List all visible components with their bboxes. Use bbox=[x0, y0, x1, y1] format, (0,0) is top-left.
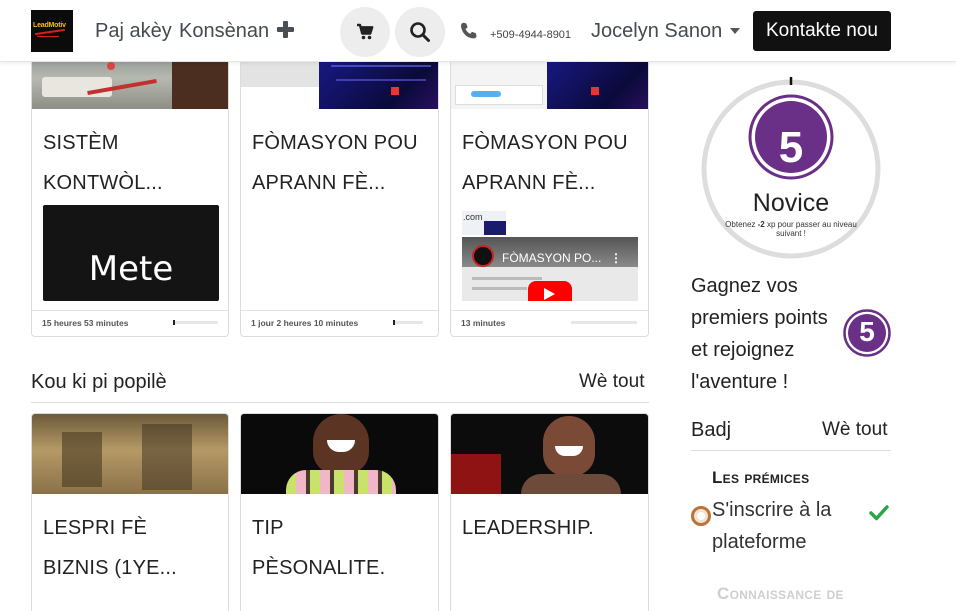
course-card[interactable]: LESPRI FÈ BIZNIS (1YE... bbox=[31, 413, 229, 611]
level-name: Novice bbox=[752, 189, 830, 217]
card-footer: 1 jour 2 heures 10 minutes bbox=[241, 310, 438, 336]
search-button[interactable] bbox=[395, 7, 445, 57]
phone-number[interactable]: +509-4944-8901 bbox=[490, 29, 571, 41]
phone-icon bbox=[461, 22, 477, 39]
play-icon bbox=[544, 288, 555, 300]
caret-down-icon[interactable] bbox=[730, 28, 740, 34]
search-icon bbox=[410, 22, 430, 42]
see-all-link[interactable]: Wè tout bbox=[579, 371, 644, 393]
course-title-line2: BIZNIS (1YE... bbox=[43, 557, 177, 579]
screenshot-image: .com bbox=[462, 211, 506, 235]
course-card[interactable]: FÒMASYON POU APRANN FÈ... .com FÒMASYON … bbox=[450, 46, 649, 337]
check-icon bbox=[869, 505, 889, 521]
course-title: FÒMASYON POU bbox=[252, 132, 418, 154]
top-navbar: LeadMotiv Paj akèy Konsènan +509-4944-89… bbox=[0, 0, 956, 62]
course-duration: 1 jour 2 heures 10 minutes bbox=[251, 318, 359, 328]
nav-link-about[interactable]: Konsènan bbox=[179, 20, 269, 43]
course-title: TIP bbox=[252, 517, 284, 539]
course-duration: 15 heures 53 minutes bbox=[42, 318, 129, 328]
badge-item-label: S'inscrire à la plateforme bbox=[712, 499, 832, 553]
nav-link-home[interactable]: Paj akèy bbox=[95, 20, 172, 43]
youtube-play-button[interactable] bbox=[528, 281, 572, 301]
contact-button[interactable]: Kontakte nou bbox=[753, 11, 891, 51]
next-badge-category: Connaissance de bbox=[717, 584, 844, 603]
course-card[interactable]: SISTÈM KONTWÒL... Mete 15 heures 53 minu… bbox=[31, 46, 229, 337]
video-menu-icon[interactable]: ⋮ bbox=[610, 251, 622, 265]
course-title-line2: APRANN FÈ... bbox=[462, 172, 596, 194]
course-title: LEADERSHIP. bbox=[462, 517, 594, 539]
card-footer: 13 minutes bbox=[451, 310, 648, 336]
site-logo[interactable]: LeadMotiv bbox=[31, 10, 73, 52]
divider bbox=[691, 450, 891, 451]
course-title-line2: PÈSONALITE. bbox=[252, 557, 386, 579]
cart-icon bbox=[357, 23, 374, 40]
bronze-badge-icon bbox=[691, 506, 711, 526]
course-progress-bar bbox=[173, 320, 218, 325]
xp-note: Obtenez -2 xp pour passer au niveau suiv… bbox=[725, 220, 857, 238]
course-title: SISTÈM bbox=[43, 132, 119, 154]
course-title-line2: APRANN FÈ... bbox=[252, 172, 386, 194]
course-title: FÒMASYON POU bbox=[462, 132, 628, 154]
mini-level-badge: 5 bbox=[843, 309, 891, 357]
badges-see-all-link[interactable]: Wè tout bbox=[822, 419, 887, 441]
level-number: 5 bbox=[778, 123, 804, 172]
course-thumbnail bbox=[451, 414, 648, 494]
course-card[interactable]: LEADERSHIP. bbox=[450, 413, 649, 611]
course-card[interactable]: FÒMASYON POU APRANN FÈ... 1 jour 2 heure… bbox=[240, 46, 439, 337]
course-thumbnail bbox=[241, 414, 438, 494]
video-embed[interactable]: FÒMASYON PO... ⋮ bbox=[462, 237, 638, 301]
course-card[interactable]: TIP PÈSONALITE. bbox=[240, 413, 439, 611]
cart-button[interactable] bbox=[340, 7, 390, 57]
badges-title: Badj bbox=[691, 419, 732, 441]
section-title-popular: Kou ki pi popilè bbox=[31, 371, 167, 393]
user-menu[interactable]: Jocelyn Sanon bbox=[591, 20, 722, 43]
logo-text: LeadMotiv bbox=[33, 22, 66, 29]
course-progress-bar bbox=[571, 321, 637, 324]
course-preview: Mete bbox=[43, 205, 219, 301]
course-duration: 13 minutes bbox=[461, 318, 506, 328]
promo-text: Gagnez vos premiers points et rejoignez … bbox=[691, 275, 828, 393]
course-thumbnail bbox=[32, 414, 228, 494]
plus-icon[interactable] bbox=[276, 20, 296, 40]
divider bbox=[31, 402, 649, 403]
mini-level-number: 5 bbox=[859, 316, 875, 347]
badge-category-title: Les prémices bbox=[712, 468, 810, 487]
course-progress-bar bbox=[393, 320, 423, 325]
video-title: FÒMASYON PO... bbox=[502, 251, 602, 265]
course-title: LESPRI FÈ bbox=[43, 517, 148, 539]
course-title-line2: KONTWÒL... bbox=[43, 172, 163, 194]
card-footer: 15 heures 53 minutes bbox=[32, 310, 228, 336]
preview-text: Mete bbox=[88, 249, 174, 289]
